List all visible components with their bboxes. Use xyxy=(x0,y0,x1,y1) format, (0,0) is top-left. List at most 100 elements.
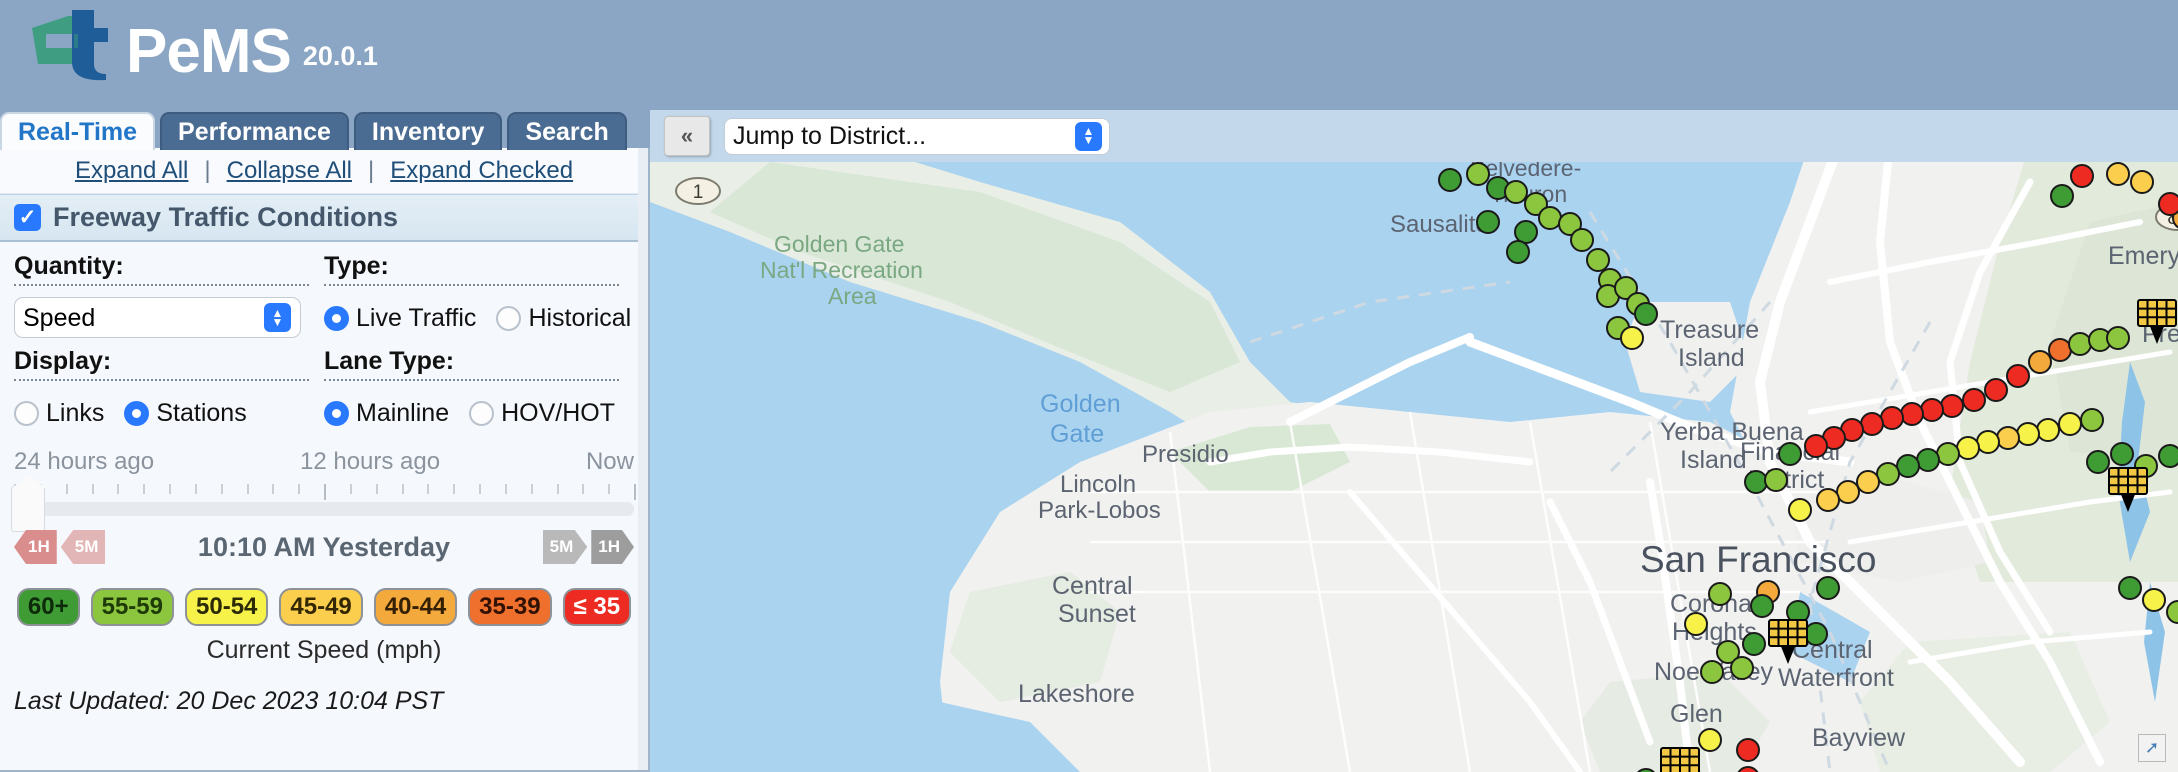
station-marker[interactable] xyxy=(1504,180,1528,204)
station-marker[interactable] xyxy=(2158,444,2178,468)
expand-all-link[interactable]: Expand All xyxy=(75,157,188,185)
station-marker[interactable] xyxy=(1896,454,1920,478)
station-marker[interactable] xyxy=(1860,412,1884,436)
legend-pill-5[interactable]: 35-39 xyxy=(468,588,552,626)
station-marker[interactable] xyxy=(1698,728,1722,752)
station-marker[interactable] xyxy=(1684,612,1708,636)
display-stations-radio[interactable] xyxy=(124,400,150,426)
station-marker[interactable] xyxy=(2036,418,2060,442)
station-marker[interactable] xyxy=(1764,468,1788,492)
station-marker[interactable] xyxy=(1956,436,1980,460)
station-marker[interactable] xyxy=(1940,394,1964,418)
station-marker[interactable] xyxy=(1996,426,2020,450)
type-historical-radio[interactable] xyxy=(496,305,522,331)
quantity-select[interactable]: Speed xyxy=(14,297,301,338)
forward-1-hour-button[interactable]: 1H xyxy=(591,530,634,564)
tab-real-time[interactable]: Real-Time xyxy=(0,112,156,150)
lane-type-mainline-radio[interactable] xyxy=(324,400,349,426)
station-marker[interactable] xyxy=(1900,402,1924,426)
station-marker[interactable] xyxy=(1466,162,1490,186)
tab-inventory[interactable]: Inventory xyxy=(353,112,503,150)
station-marker[interactable] xyxy=(1816,576,1840,600)
station-marker[interactable] xyxy=(1514,220,1538,244)
display-links-radio[interactable] xyxy=(14,400,39,426)
type-live-traffic-radio[interactable] xyxy=(324,305,349,331)
station-marker[interactable] xyxy=(1438,168,1462,192)
station-marker[interactable] xyxy=(1742,632,1766,656)
station-marker[interactable] xyxy=(1836,480,1860,504)
time-slider-handle[interactable] xyxy=(11,476,46,532)
station-marker[interactable] xyxy=(2130,170,2154,194)
north-arrow-icon[interactable]: ➚ xyxy=(2138,734,2166,762)
station-marker[interactable] xyxy=(2142,588,2166,612)
station-marker[interactable] xyxy=(1936,442,1960,466)
lane-type-hov-radio[interactable] xyxy=(469,400,495,426)
station-marker[interactable] xyxy=(1880,406,1904,430)
back-5-min-button[interactable]: 5M xyxy=(60,530,106,564)
station-marker[interactable] xyxy=(1788,498,1812,522)
legend-pill-2[interactable]: 50-54 xyxy=(185,588,269,626)
forward-5-min-button[interactable]: 5M xyxy=(542,530,588,564)
station-marker[interactable] xyxy=(2118,576,2142,600)
legend-pill-1[interactable]: 55-59 xyxy=(90,588,174,626)
back-1-hour-button[interactable]: 1H xyxy=(14,530,57,564)
station-marker[interactable] xyxy=(1876,462,1900,486)
station-marker[interactable] xyxy=(2106,162,2130,186)
expand-checked-link[interactable]: Expand Checked xyxy=(390,157,573,185)
station-marker[interactable] xyxy=(1984,378,2008,402)
tab-search[interactable]: Search xyxy=(507,112,627,150)
legend-pill-3[interactable]: 45-49 xyxy=(279,588,363,626)
jump-to-district-select[interactable]: Jump to District... xyxy=(724,117,1110,155)
station-marker[interactable] xyxy=(1476,210,1500,234)
freeway-traffic-conditions-checkbox[interactable]: ✓ xyxy=(14,204,41,231)
station-marker[interactable] xyxy=(1570,228,1594,252)
station-marker[interactable] xyxy=(2166,600,2178,624)
station-marker[interactable] xyxy=(1976,430,2000,454)
sidebar-scrollbar[interactable] xyxy=(638,148,648,770)
station-marker[interactable] xyxy=(1816,488,1840,512)
legend-pill-6[interactable]: ≤ 35 xyxy=(562,588,632,626)
tab-performance[interactable]: Performance xyxy=(160,112,349,150)
changeable-message-sign-icon[interactable] xyxy=(1660,747,1700,772)
changeable-message-sign-icon[interactable] xyxy=(2108,467,2148,512)
station-marker[interactable] xyxy=(2080,408,2104,432)
station-marker[interactable] xyxy=(1916,448,1940,472)
station-marker[interactable] xyxy=(2048,338,2072,362)
station-marker[interactable] xyxy=(1538,206,1562,230)
station-marker[interactable] xyxy=(1778,442,1802,466)
stations-layer[interactable]: 1Golden GateNat'l RecreationAreaBelveder… xyxy=(650,162,2178,772)
station-marker[interactable] xyxy=(1750,594,1774,618)
legend-pill-0[interactable]: 60+ xyxy=(16,588,80,626)
legend-pill-4[interactable]: 40-44 xyxy=(373,588,458,626)
station-marker[interactable] xyxy=(2106,326,2130,350)
station-marker[interactable] xyxy=(1586,248,1610,272)
station-marker[interactable] xyxy=(1962,388,1986,412)
collapse-all-link[interactable]: Collapse All xyxy=(227,157,352,185)
station-marker[interactable] xyxy=(2070,164,2094,188)
time-slider-track[interactable] xyxy=(11,476,634,532)
station-marker[interactable] xyxy=(2028,350,2052,374)
station-marker[interactable] xyxy=(2006,364,2030,388)
station-marker[interactable] xyxy=(2068,332,2092,356)
station-marker[interactable] xyxy=(2086,450,2110,474)
station-marker[interactable] xyxy=(1506,240,1530,264)
station-marker[interactable] xyxy=(1737,766,1759,772)
station-marker[interactable] xyxy=(1620,326,1644,350)
traffic-map[interactable]: « Jump to District... ▲ ▼ 1 Golden Gate … xyxy=(650,110,2178,772)
station-marker[interactable] xyxy=(1856,470,1880,494)
station-marker[interactable] xyxy=(1730,656,1754,680)
station-marker[interactable] xyxy=(1634,302,1658,326)
freeway-traffic-conditions-header[interactable]: ✓ Freeway Traffic Conditions xyxy=(0,194,648,242)
station-marker[interactable] xyxy=(1804,622,1828,646)
station-marker[interactable] xyxy=(2158,192,2178,216)
station-marker[interactable] xyxy=(1700,660,1724,684)
station-marker[interactable] xyxy=(2110,442,2134,466)
station-marker[interactable] xyxy=(1744,470,1768,494)
station-marker[interactable] xyxy=(2050,184,2074,208)
map-canvas[interactable]: 1 Golden Gate Nat'l Recreation Area Belveder… xyxy=(650,162,2178,772)
station-marker[interactable] xyxy=(1804,434,1828,458)
station-marker[interactable] xyxy=(2058,412,2082,436)
station-marker[interactable] xyxy=(1920,398,1944,422)
collapse-sidebar-button[interactable]: « xyxy=(664,116,710,156)
station-marker[interactable] xyxy=(1736,738,1760,762)
